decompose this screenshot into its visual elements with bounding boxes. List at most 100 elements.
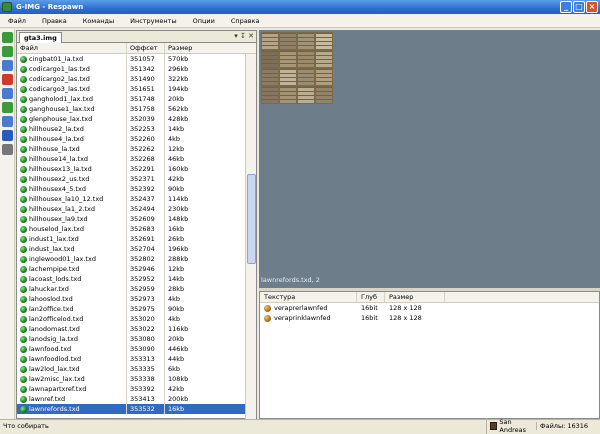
table-row[interactable]: codicargo2_las.txd 351490 322kb — [17, 74, 256, 84]
table-row[interactable]: gangholod1_lax.txd 351748 20kb — [17, 94, 256, 104]
file-status-icon — [20, 95, 27, 103]
flag-icon[interactable] — [2, 130, 13, 141]
table-row[interactable]: lanodsig_la.txd 353080 20kb — [17, 334, 256, 344]
tab-controls[interactable]: ▾ ↧ ✕ — [234, 32, 254, 40]
table-row[interactable]: lawnfoodlod.txd 353313 44kb — [17, 354, 256, 364]
close-button[interactable]: × — [586, 1, 598, 13]
status-bar: Что собирать San Andreas Файлы: 16316 — [0, 418, 600, 434]
file-offset: 351490 — [127, 74, 165, 84]
texture-tile — [315, 68, 333, 86]
table-row[interactable]: inglewood01_lax.txd 352802 288kb — [17, 254, 256, 264]
table-row[interactable]: lahooslod.txd 352973 4kb — [17, 294, 256, 304]
texture-row[interactable]: veraprerlawnfed 16bit 128 x 128 — [260, 303, 599, 313]
file-offset: 352952 — [127, 274, 165, 284]
rebuild-icon[interactable] — [2, 116, 13, 127]
file-size: 288kb — [168, 255, 189, 263]
file-status-icon — [20, 345, 27, 353]
table-row[interactable]: hillhousex2_us.txd 352371 42kb — [17, 174, 256, 184]
file-size: 42kb — [168, 175, 185, 183]
table-row[interactable]: hillhouse4_la.txd 352260 4kb — [17, 134, 256, 144]
file-offset: 353020 — [127, 314, 165, 324]
add-icon[interactable] — [2, 32, 13, 43]
file-name: gangholod1_lax.txd — [29, 95, 93, 103]
menu-edit[interactable]: Правка — [34, 17, 75, 25]
table-row[interactable]: lawnref.txd 353413 200kb — [17, 394, 256, 404]
app-icon — [2, 2, 12, 12]
table-row[interactable]: law2misc_lax.txd 353338 108kb — [17, 374, 256, 384]
table-row[interactable]: lan2officelod.txd 353020 4kb — [17, 314, 256, 324]
export-icon[interactable] — [2, 88, 13, 99]
info-icon[interactable] — [2, 60, 13, 71]
table-row[interactable]: lachempipe.txd 352946 12kb — [17, 264, 256, 274]
menu-options[interactable]: Опции — [185, 17, 223, 25]
delete-icon[interactable] — [2, 74, 13, 85]
column-header-size[interactable]: Размер — [165, 43, 247, 53]
table-row[interactable]: lawnrefords.txd 353532 16kb — [17, 404, 256, 414]
column-header-depth[interactable]: Глуб — [357, 292, 385, 302]
replace-icon[interactable] — [2, 46, 13, 57]
file-size: 428kb — [168, 115, 189, 123]
table-row[interactable]: cingbat01_la.txd 351057 570kb — [17, 54, 256, 64]
link-icon[interactable] — [2, 144, 13, 155]
table-row[interactable]: lawnfood.txd 353090 446kb — [17, 344, 256, 354]
table-row[interactable]: law2lod_lax.txd 353335 6kb — [17, 364, 256, 374]
table-row[interactable]: lawnapartxref.txd 353392 42kb — [17, 384, 256, 394]
file-status-icon — [20, 325, 27, 333]
status-text: Что собирать — [3, 422, 49, 430]
table-row[interactable]: lahuckar.txd 352959 28kb — [17, 284, 256, 294]
table-row[interactable]: hillhousex_la10_12.txd 352437 114kb — [17, 194, 256, 204]
table-row[interactable]: glenphouse_lax.txd 352039 428kb — [17, 114, 256, 124]
table-row[interactable]: codicargo1_las.txd 351342 296kb — [17, 64, 256, 74]
table-row[interactable]: lan2office.txd 352975 90kb — [17, 304, 256, 314]
file-size: 12kb — [168, 265, 185, 273]
table-row[interactable]: hillhouse_la.txd 352262 12kb — [17, 144, 256, 154]
table-row[interactable]: lacoast_lods.txd 352952 14kb — [17, 274, 256, 284]
column-header-dimensions[interactable]: Размер — [385, 292, 445, 302]
table-row[interactable]: hillhousex4_5.txd 352392 90kb — [17, 184, 256, 194]
file-status-icon — [20, 275, 27, 283]
file-status-icon — [20, 205, 27, 213]
file-status-icon — [20, 185, 27, 193]
file-name: lanodsig_la.txd — [29, 335, 78, 343]
menu-bar: Файл Правка Команды Инструменты Опции Сп… — [0, 14, 600, 28]
import-icon[interactable] — [2, 102, 13, 113]
texture-row[interactable]: veraprinklawnfed 16bit 128 x 128 — [260, 313, 599, 323]
table-row[interactable]: ganghouse1_lax.txd 351758 562kb — [17, 104, 256, 114]
texture-dimensions: 128 x 128 — [389, 314, 422, 322]
scrollbar-thumb[interactable] — [247, 174, 256, 264]
menu-help[interactable]: Справка — [223, 17, 268, 25]
table-row[interactable]: lanodomast.txd 353022 116kb — [17, 324, 256, 334]
maximize-button[interactable]: □ — [573, 1, 585, 13]
column-header-texture[interactable]: Текстура — [260, 292, 357, 302]
table-row[interactable]: hillhouse2_la.txd 352253 14kb — [17, 124, 256, 134]
file-name: hillhouse14_la.txd — [29, 155, 89, 163]
file-size: 90kb — [168, 185, 185, 193]
file-list-rows: cingbat01_la.txd 351057 570kb codicargo1_la… — [17, 54, 256, 418]
file-offset: 353080 — [127, 334, 165, 344]
table-row[interactable]: hillhouse14_la.txd 352268 46kb — [17, 154, 256, 164]
file-status-icon — [20, 105, 27, 113]
table-row[interactable]: hillhousex_la9.txd 352609 148kb — [17, 214, 256, 224]
file-offset: 352494 — [127, 204, 165, 214]
file-name-cell: lahuckar.txd — [17, 284, 127, 294]
menu-file[interactable]: Файл — [0, 17, 34, 25]
table-row[interactable]: hillhousex13_la.txd 352291 160kb — [17, 164, 256, 174]
file-name-cell: hillhousex_la9.txd — [17, 214, 127, 224]
table-row[interactable]: indust1_lax.txd 352691 26kb — [17, 234, 256, 244]
table-row[interactable]: houselod_lax.txd 352683 16kb — [17, 224, 256, 234]
file-offset: 352691 — [127, 234, 165, 244]
menu-commands[interactable]: Команды — [75, 17, 122, 25]
column-header-offset[interactable]: Оффсет — [127, 43, 165, 53]
table-row[interactable]: hillhousex_la1_2.txd 352494 230kb — [17, 204, 256, 214]
minimize-button[interactable]: _ — [560, 1, 572, 13]
file-name-cell: hillhouse4_la.txd — [17, 134, 127, 144]
table-row[interactable]: codicargo3_las.txd 351651 194kb — [17, 84, 256, 94]
archive-tab[interactable]: gta3.img — [19, 32, 62, 43]
file-list-scrollbar[interactable] — [245, 54, 256, 419]
menu-tools[interactable]: Инструменты — [122, 17, 185, 25]
file-name-cell: hillhouse2_la.txd — [17, 124, 127, 134]
file-status-icon — [20, 395, 27, 403]
table-row[interactable]: indust_lax.txd 352704 196kb — [17, 244, 256, 254]
file-name-cell: cingbat01_la.txd — [17, 54, 127, 64]
column-header-file[interactable]: Файл — [17, 43, 127, 53]
